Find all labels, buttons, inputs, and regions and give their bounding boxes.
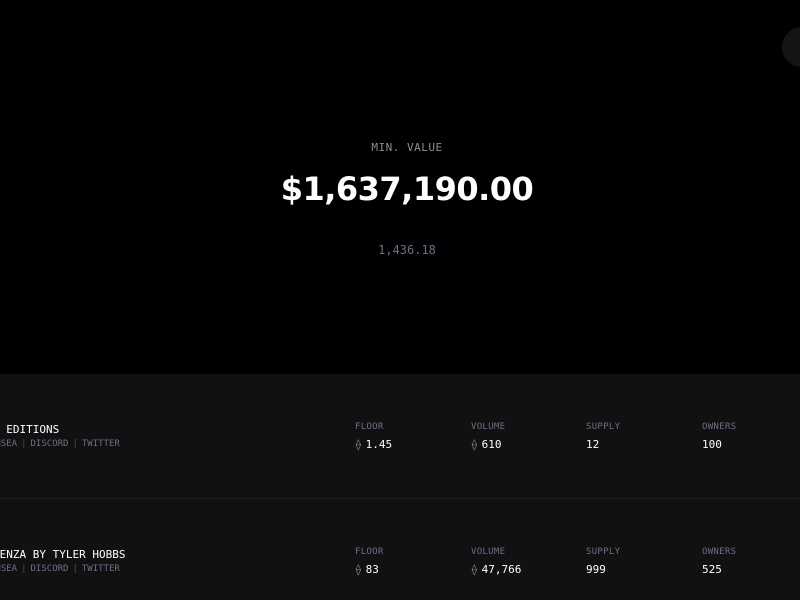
supply-label: SUPPLY: [586, 422, 621, 432]
collection-links: ENSEA|DISCORD|TWITTER: [0, 439, 120, 449]
supply-stat: SUPPLY 12: [586, 422, 620, 451]
portfolio-summary: MIN. VALUE $1,637,190.00 1,436.18: [0, 0, 800, 374]
twitter-link[interactable]: TWITTER: [82, 439, 120, 449]
account-avatar-button[interactable]: [782, 27, 800, 67]
volume-value: 47,766: [481, 563, 522, 576]
collection-list: K EDITIONS ENSEA|DISCORD|TWITTER FLOOR ⟠…: [0, 374, 800, 600]
owners-value: 525: [702, 563, 722, 576]
floor-value: 1.45: [365, 438, 393, 451]
supply-stat: SUPPLY 999: [586, 547, 620, 576]
floor-stat: FLOOR ⟠ 1.45: [355, 422, 392, 451]
collection-name[interactable]: DENZA BY TYLER HOBBS: [0, 548, 125, 561]
min-value-amount: $1,637,190.00: [280, 170, 534, 208]
supply-value: 999: [586, 563, 606, 576]
owners-value: 100: [702, 438, 722, 451]
page: MIN. VALUE $1,637,190.00 1,436.18 K EDIT…: [0, 0, 800, 600]
eth-icon: ⟠: [355, 438, 362, 451]
collection-row[interactable]: K EDITIONS ENSEA|DISCORD|TWITTER FLOOR ⟠…: [0, 374, 800, 499]
eth-icon: ⟠: [355, 563, 362, 576]
owners-stat: OWNERS 525: [702, 547, 736, 576]
min-value-label: MIN. VALUE: [371, 141, 443, 154]
owners-stat: OWNERS 100: [702, 422, 736, 451]
floor-label: FLOOR: [355, 547, 384, 557]
supply-label: SUPPLY: [586, 547, 621, 557]
volume-stat: VOLUME ⟠ 610: [471, 422, 505, 451]
volume-label: VOLUME: [471, 547, 506, 557]
discord-link[interactable]: DISCORD: [31, 439, 69, 449]
eth-icon: ⟠: [471, 438, 478, 451]
discord-link[interactable]: DISCORD: [31, 564, 69, 574]
opensea-link[interactable]: ENSEA: [0, 439, 17, 449]
collection-name[interactable]: K EDITIONS: [0, 423, 59, 436]
floor-stat: FLOOR ⟠ 83: [355, 547, 384, 576]
min-value-eth: 1,436.18: [378, 243, 436, 257]
floor-label: FLOOR: [355, 422, 384, 432]
eth-icon: ⟠: [471, 563, 478, 576]
owners-label: OWNERS: [702, 422, 737, 432]
twitter-link[interactable]: TWITTER: [82, 564, 120, 574]
supply-value: 12: [586, 438, 600, 451]
volume-stat: VOLUME ⟠ 47,766: [471, 547, 521, 576]
opensea-link[interactable]: ENSEA: [0, 564, 17, 574]
floor-value: 83: [365, 563, 379, 576]
volume-label: VOLUME: [471, 422, 506, 432]
owners-label: OWNERS: [702, 547, 737, 557]
collection-links: ENSEA|DISCORD|TWITTER: [0, 564, 120, 574]
collection-row[interactable]: DENZA BY TYLER HOBBS ENSEA|DISCORD|TWITT…: [0, 499, 800, 600]
volume-value: 610: [481, 438, 502, 451]
